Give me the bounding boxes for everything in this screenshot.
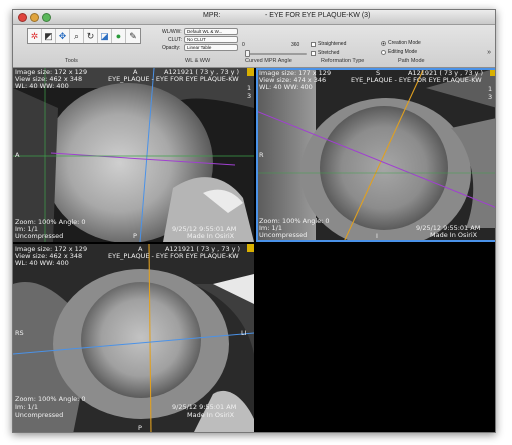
color-lut-icon[interactable]: ✲ [28, 29, 42, 43]
compression-text: Uncompressed [259, 231, 308, 239]
view-top-left[interactable]: Image size: 172 x 129 View size: 462 x 3… [13, 68, 254, 242]
view-marker-icon [247, 68, 254, 76]
wl-ww-text: WL: 40 WW: 400 [15, 82, 69, 90]
toolbar: ✲ ◩ ✥ ⌕ ↻ ◪ ● ✎ WL/WW: Default WL & W...… [13, 25, 495, 68]
rotate-icon[interactable]: ↻ [84, 29, 98, 43]
orientation-bottom: I [376, 232, 378, 240]
orientation-top: A [138, 245, 143, 253]
orientation-top: A [133, 68, 138, 76]
creation-mode-option[interactable]: Creation Mode [381, 40, 421, 46]
move-icon[interactable]: ✥ [56, 29, 70, 43]
orientation-left: RS [15, 329, 24, 337]
window-title-prefix: MPR: [203, 12, 221, 19]
section-tools: Tools [65, 58, 78, 64]
mpr-window: MPR: - EYE FOR EYE PLAQUE-KW (3) ✲ ◩ ✥ ⌕… [12, 9, 496, 433]
stretched-option[interactable]: Stretched [311, 50, 339, 56]
straightened-checkbox[interactable] [311, 41, 316, 47]
made-in-text: Made In OsiriX [187, 411, 235, 419]
opacity-label: Opacity: [162, 45, 181, 51]
editing-mode-radio[interactable] [381, 49, 386, 55]
angle-max-label: 360 [291, 42, 300, 48]
straightened-option[interactable]: Straightened [311, 41, 346, 47]
section-reformation-type: Reformation Type [321, 58, 365, 64]
clut-select[interactable]: No CLUT [184, 36, 238, 43]
orientation-right: LI [241, 329, 247, 337]
orientation-left: A [15, 151, 20, 159]
made-in-text: Made In OsiriX [187, 232, 235, 240]
section-path-mode: Path Mode [398, 58, 425, 64]
orientation-top: S [376, 69, 381, 77]
compression-text: Uncompressed [15, 232, 64, 240]
view-marker-icon [490, 68, 495, 76]
wl-ww-text: WL: 40 WW: 400 [15, 259, 69, 267]
zoom-button[interactable] [42, 13, 51, 22]
toolbar-overflow-icon[interactable]: » [487, 49, 491, 56]
window-title: - EYE FOR EYE PLAQUE-KW (3) [265, 12, 371, 19]
section-wlww: WL & WW [185, 58, 211, 64]
angle-slider-knob[interactable] [245, 50, 250, 57]
close-button[interactable] [18, 13, 27, 22]
made-in-text: Made In OsiriX [430, 231, 478, 239]
stretched-checkbox[interactable] [311, 50, 316, 56]
creation-mode-radio[interactable] [381, 40, 386, 46]
curved-path-icon[interactable]: ◪ [98, 29, 112, 43]
opacity-select[interactable]: Linear Table [184, 44, 238, 51]
compression-text: Uncompressed [15, 411, 64, 419]
pen-tool-icon[interactable]: ✎ [126, 29, 140, 43]
section-curved-mpr-angle: Curved MPR Angle [245, 58, 292, 64]
angle-min-label: 0 [242, 42, 245, 48]
curved-mpr-angle-slider[interactable] [247, 53, 307, 55]
orientation-bottom: P [138, 424, 142, 432]
minimize-button[interactable] [30, 13, 39, 22]
orientation-bottom: P [133, 232, 137, 240]
window-level-icon[interactable]: ◩ [42, 29, 56, 43]
slice-number-3: 3 [247, 92, 252, 100]
tools-group: ✲ ◩ ✥ ⌕ ↻ ◪ ● ✎ [27, 28, 141, 44]
wlww-select[interactable]: Default WL & W... [184, 28, 238, 35]
editing-mode-option[interactable]: Editing Mode [381, 49, 417, 55]
series-text: EYE_PLAQUE - EYE FOR EYE PLAQUE-KW [108, 252, 239, 260]
clut-label: CLUT: [168, 37, 182, 43]
wl-ww-text: WL: 40 WW: 400 [259, 83, 313, 91]
series-text: EYE_PLAQUE - EYE FOR EYE PLAQUE-KW [351, 76, 482, 84]
wlww-label: WL/WW: [162, 29, 182, 35]
scan-image-top-right [256, 68, 495, 242]
view-marker-icon [247, 244, 254, 252]
series-text: EYE_PLAQUE - EYE FOR EYE PLAQUE-KW [108, 75, 239, 83]
view-bottom-right-empty[interactable] [256, 244, 495, 432]
title-bar[interactable]: MPR: - EYE FOR EYE PLAQUE-KW (3) [13, 10, 495, 25]
view-bottom-left[interactable]: Image size: 172 x 129 View size: 462 x 3… [13, 244, 254, 432]
slice-number-3: 3 [488, 93, 493, 101]
view-top-right[interactable]: Image size: 177 x 129 View size: 474 x 3… [256, 68, 495, 242]
orientation-left: R [259, 151, 264, 159]
circle-tool-icon[interactable]: ● [112, 29, 126, 43]
zoom-icon[interactable]: ⌕ [70, 29, 84, 43]
scan-image-top-left [13, 68, 254, 242]
